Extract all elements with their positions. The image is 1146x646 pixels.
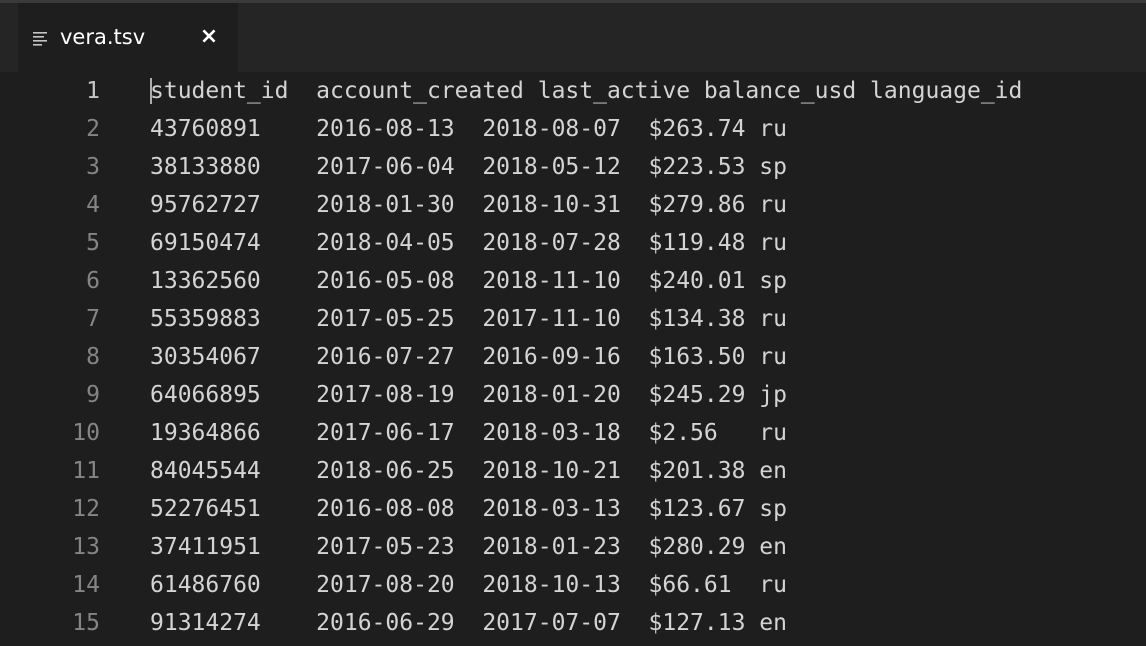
editor-line[interactable]: 4 95762727 2018-01-30 2018-10-31 $279.86 … (0, 186, 1146, 224)
editor-line[interactable]: 1 student_id account_created last_active … (0, 72, 1146, 110)
editor-line[interactable]: 9 64066895 2017-08-19 2018-01-20 $245.29 … (0, 376, 1146, 414)
line-text[interactable]: 69150474 2018-04-05 2018-07-28 $119.48 r… (150, 224, 787, 262)
line-number: 5 (86, 230, 100, 256)
line-text[interactable]: 64066895 2017-08-19 2018-01-20 $245.29 j… (150, 376, 787, 414)
editor-line[interactable]: 14 61486760 2017-08-20 2018-10-13 $66.61 … (0, 566, 1146, 604)
line-text[interactable]: 55359883 2017-05-25 2017-11-10 $134.38 r… (150, 300, 787, 338)
editor-line[interactable]: 6 13362560 2016-05-08 2018-11-10 $240.01 … (0, 262, 1146, 300)
line-number: 13 (72, 534, 100, 560)
line-number: 3 (86, 154, 100, 180)
editor-line[interactable]: 12 52276451 2016-08-08 2018-03-13 $123.67… (0, 490, 1146, 528)
editor-line[interactable]: 3 38133880 2017-06-04 2018-05-12 $223.53 … (0, 148, 1146, 186)
line-text[interactable]: 38133880 2017-06-04 2018-05-12 $223.53 s… (150, 148, 787, 186)
line-text[interactable]: 19364866 2017-06-17 2018-03-18 $2.56 ru (150, 414, 787, 452)
line-text[interactable]: 84045544 2018-06-25 2018-10-21 $201.38 e… (150, 452, 787, 490)
line-number: 14 (72, 572, 100, 598)
editor-line[interactable]: 5 69150474 2018-04-05 2018-07-28 $119.48 … (0, 224, 1146, 262)
editor-line[interactable]: 15 91314274 2016-06-29 2017-07-07 $127.13… (0, 604, 1146, 642)
editor-line[interactable]: 13 37411951 2017-05-23 2018-01-23 $280.29… (0, 528, 1146, 566)
line-text[interactable]: 37411951 2017-05-23 2018-01-23 $280.29 e… (150, 528, 787, 566)
line-text[interactable]: 91314274 2016-06-29 2017-07-07 $127.13 e… (150, 604, 787, 642)
text-cursor (150, 78, 152, 104)
line-number: 6 (86, 268, 100, 294)
tab-title: vera.tsv (60, 25, 146, 49)
line-text[interactable]: 52276451 2016-08-08 2018-03-13 $123.67 s… (150, 490, 787, 528)
line-number: 9 (86, 382, 100, 408)
line-text[interactable]: 95762727 2018-01-30 2018-10-31 $279.86 r… (150, 186, 787, 224)
line-number: 1 (86, 78, 100, 104)
editor-line[interactable]: 2 43760891 2016-08-13 2018-08-07 $263.74 … (0, 110, 1146, 148)
line-number: 7 (86, 306, 100, 332)
line-text[interactable]: 30354067 2016-07-27 2016-09-16 $163.50 r… (150, 338, 787, 376)
line-text[interactable]: 61486760 2017-08-20 2018-10-13 $66.61 ru (150, 566, 787, 604)
line-number: 15 (72, 610, 100, 636)
tab-vera-tsv[interactable]: vera.tsv × (18, 3, 238, 75)
line-text[interactable]: 13362560 2016-05-08 2018-11-10 $240.01 s… (150, 262, 787, 300)
editor-line[interactable]: 7 55359883 2017-05-25 2017-11-10 $134.38 … (0, 300, 1146, 338)
editor-window: vera.tsv × 1 student_id account_created l… (0, 0, 1146, 646)
editor-line[interactable]: 8 30354067 2016-07-27 2016-09-16 $163.50 … (0, 338, 1146, 376)
line-number: 2 (86, 116, 100, 142)
line-number: 12 (72, 496, 100, 522)
tab-bar: vera.tsv × (0, 0, 1146, 75)
lines-file-icon (33, 32, 47, 46)
line-text[interactable]: 43760891 2016-08-13 2018-08-07 $263.74 r… (150, 110, 787, 148)
line-number: 10 (72, 420, 100, 446)
line-number: 8 (86, 344, 100, 370)
line-number: 11 (72, 458, 100, 484)
close-icon[interactable]: × (194, 22, 224, 52)
line-number: 4 (86, 192, 100, 218)
editor-line[interactable]: 10 19364866 2017-06-17 2018-03-18 $2.56 r… (0, 414, 1146, 452)
text-editor[interactable]: 1 student_id account_created last_active … (0, 72, 1146, 646)
line-text[interactable]: student_id account_created last_active b… (150, 72, 1022, 110)
editor-line[interactable]: 11 84045544 2018-06-25 2018-10-21 $201.38… (0, 452, 1146, 490)
